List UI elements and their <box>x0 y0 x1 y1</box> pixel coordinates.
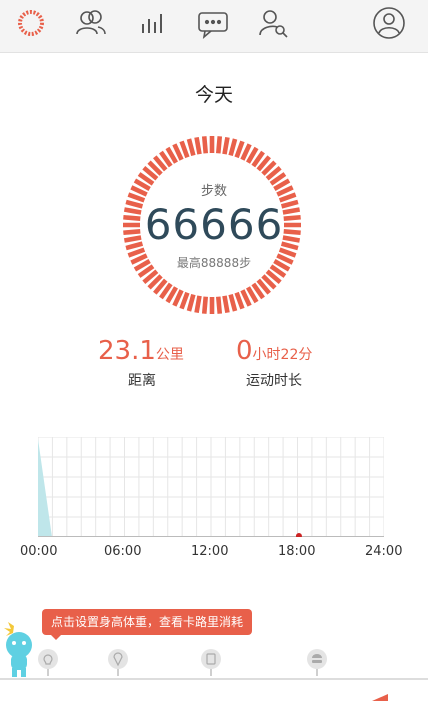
flag-icon <box>372 694 388 701</box>
settings-tip-bubble[interactable]: 点击设置身高体重，查看卡路里消耗 <box>42 609 253 635</box>
x-label-1800: 18:00 <box>278 544 316 559</box>
ring-segment <box>194 295 202 314</box>
friends-icon[interactable] <box>74 6 108 40</box>
ring-segment <box>222 295 230 314</box>
message-icon[interactable] <box>196 6 230 40</box>
x-label-0600: 06:00 <box>104 544 142 559</box>
bar-chart-icon[interactable] <box>136 6 170 40</box>
distance-label: 距离 <box>128 373 156 389</box>
best-steps-label: 最高88888步 <box>176 256 252 270</box>
steps-value: 66666 <box>144 200 284 249</box>
calorie-track <box>0 678 428 680</box>
ring-segment <box>234 291 245 310</box>
date-title: 今天 <box>194 84 233 106</box>
ring-segment <box>179 140 190 159</box>
distance-value-group: 23.1公里 <box>98 336 184 366</box>
top-navigation-bar <box>0 0 428 53</box>
duration-hours-unit: 小时 <box>252 347 281 363</box>
ring-segment <box>215 136 223 154</box>
find-friend-icon[interactable] <box>256 6 290 40</box>
ring-segment <box>201 296 209 314</box>
duration-minutes-unit: 分 <box>298 347 313 363</box>
ring-segment <box>228 138 238 157</box>
duration-hours-value: 0 <box>236 336 253 366</box>
x-label-0000: 00:00 <box>20 544 58 559</box>
duration-label: 运动时长 <box>246 373 302 389</box>
duration-minutes-value: 22 <box>280 347 299 363</box>
distance-value: 23.1 <box>98 336 156 366</box>
ring-segment <box>222 136 230 155</box>
ring-icon[interactable] <box>14 6 48 40</box>
profile-icon[interactable] <box>372 6 406 40</box>
activity-chart <box>38 437 384 537</box>
ring-segment <box>179 291 190 310</box>
x-label-2400: 24:00 <box>365 544 403 559</box>
chart-current-time-marker <box>295 533 302 537</box>
cup-icon <box>201 649 221 676</box>
ring-segment <box>201 136 209 154</box>
settings-tip-tail <box>50 634 62 640</box>
ring-segment <box>215 296 223 314</box>
ring-segment <box>228 293 238 312</box>
ring-segment <box>194 136 202 155</box>
ring-segment <box>186 138 196 157</box>
duration-value-group: 0小时22分 <box>236 336 312 366</box>
burger-icon <box>307 649 327 676</box>
mascot-icon[interactable] <box>0 620 40 680</box>
ring-segment <box>186 293 196 312</box>
chart-activity-area <box>38 439 52 537</box>
lightbulb-icon <box>38 649 58 676</box>
ice-cream-icon <box>108 649 128 676</box>
x-label-1200: 12:00 <box>191 544 229 559</box>
steps-label: 步数 <box>200 184 227 199</box>
distance-unit: 公里 <box>155 347 184 363</box>
ring-segment <box>234 140 245 159</box>
